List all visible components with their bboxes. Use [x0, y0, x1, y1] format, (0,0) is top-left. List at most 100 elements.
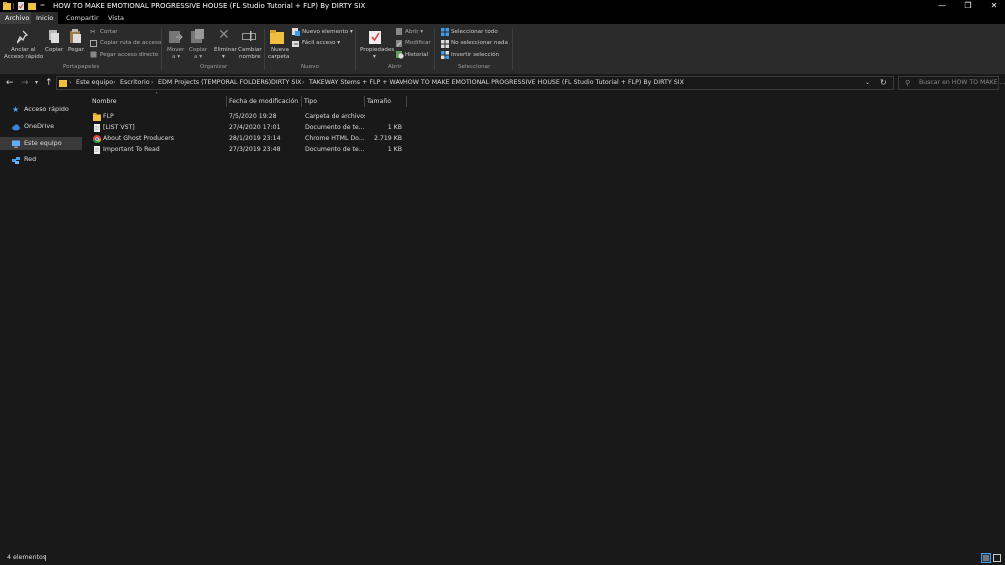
file-size: 1 KB: [387, 146, 402, 153]
details-view-button[interactable]: [981, 553, 991, 563]
column-header-date[interactable]: Fecha de modificación: [226, 96, 301, 107]
file-date: 27/4/2020 17:01: [229, 124, 281, 131]
paste-button[interactable]: Pegar: [68, 47, 84, 53]
scissors-icon: ✂: [90, 28, 96, 36]
copy-to-icon: [191, 29, 204, 43]
search-placeholder: Buscar en HOW TO MAKE ...: [919, 79, 1005, 86]
chrome-icon: [93, 134, 101, 143]
column-header-type[interactable]: Tipo: [301, 96, 364, 107]
breadcrumb-edm-projects[interactable]: EDM Projects (TEMPORAL FOLDERS): [158, 76, 271, 90]
properties-button[interactable]: Propiedades: [360, 47, 394, 53]
breadcrumb-chevron-icon[interactable]: ›: [396, 76, 398, 90]
rename-button[interactable]: Cambiar: [238, 47, 262, 53]
table-row[interactable]: About Ghost Producers 28/1/2019 23:14 Ch…: [90, 133, 405, 144]
breadcrumb-chevron-icon[interactable]: ›: [69, 76, 71, 90]
invert-selection-button[interactable]: Invertir selección: [451, 52, 499, 58]
open-button[interactable]: Abrir ▾: [405, 29, 423, 35]
large-icons-view-button[interactable]: [993, 554, 1002, 563]
tab-inicio[interactable]: Inicio: [31, 12, 59, 24]
file-list: [82, 94, 1005, 551]
file-type: Documento de te...: [305, 146, 365, 153]
history-icon: [396, 51, 404, 59]
tab-archivo[interactable]: Archivo: [0, 12, 35, 24]
column-header-name[interactable]: Nombre: [89, 96, 226, 107]
file-type: Chrome HTML Do...: [305, 135, 365, 142]
group-abrir: Abrir: [388, 64, 402, 70]
group-organizar: Organizar: [200, 64, 228, 70]
paste-shortcut-button[interactable]: Pegar acceso directo: [100, 52, 158, 58]
group-nuevo: Nuevo: [301, 64, 319, 70]
nav-item-quick-access[interactable]: ★ Acceso rápido: [0, 103, 82, 116]
recent-chevron-icon[interactable]: ▾: [35, 76, 38, 90]
file-size: 1 KB: [387, 124, 402, 131]
breadcrumb-current-folder[interactable]: HOW TO MAKE EMOTIONAL PROGRESSIVE HOUSE …: [403, 76, 684, 90]
pin-icon: [17, 30, 29, 44]
file-date: 27/3/2019 23:48: [229, 146, 281, 153]
edit-icon: [396, 40, 402, 47]
nav-item-red[interactable]: Red: [0, 153, 82, 166]
minimize-button[interactable]: —: [929, 0, 955, 12]
pin-quick-access-line2[interactable]: Acceso rápido: [4, 54, 43, 60]
details-view-icon: [983, 555, 989, 561]
window-title: HOW TO MAKE EMOTIONAL PROGRESSIVE HOUSE …: [53, 2, 366, 10]
breadcrumb-escritorio[interactable]: Escritorio: [120, 76, 150, 90]
up-arrow-icon[interactable]: ↑: [45, 76, 53, 90]
pin-quick-access-line1[interactable]: Anclar al: [11, 47, 36, 53]
star-icon: ★: [12, 104, 20, 114]
invert-selection-icon: [441, 51, 449, 59]
search-icon: ⚲: [905, 79, 911, 87]
maximize-button[interactable]: ❐: [955, 0, 981, 12]
breadcrumb-este-equipo[interactable]: Este equipo: [76, 76, 113, 90]
address-history-chevron-icon[interactable]: ⌄: [865, 76, 870, 90]
file-name: [LIST VST]: [103, 124, 135, 131]
tab-vista[interactable]: Vista: [103, 12, 129, 24]
file-date: 7/5/2020 19:28: [229, 113, 277, 120]
tab-compartir[interactable]: Compartir: [61, 12, 104, 24]
new-folder-icon: [270, 30, 284, 44]
nav-item-onedrive[interactable]: OneDrive: [0, 120, 82, 133]
nav-item-este-equipo[interactable]: Este equipo: [0, 137, 82, 150]
file-size: 2.719 KB: [374, 135, 402, 142]
delete-button[interactable]: Eliminar: [214, 47, 237, 53]
move-to-button[interactable]: Mover: [167, 47, 184, 53]
shortcut-icon: [90, 51, 97, 58]
ribbon-tabs: [0, 12, 1005, 24]
folder-icon: [3, 2, 11, 10]
nav-item-label: Red: [24, 155, 37, 163]
open-icon: [396, 28, 402, 35]
refresh-icon[interactable]: ↻: [880, 76, 887, 90]
breadcrumb-dirty-six[interactable]: DIRTY SIX: [271, 76, 302, 90]
close-button[interactable]: ✕: [981, 0, 1005, 12]
table-row[interactable]: [LIST VST] 27/4/2020 17:01 Documento de …: [90, 122, 405, 133]
new-item-button[interactable]: Nuevo elemento ▾: [302, 29, 353, 35]
breadcrumb-takeway[interactable]: TAKEWAY Stems + FLP + WAV: [309, 76, 404, 90]
copy-to-button[interactable]: Copiar: [189, 47, 207, 53]
copy-icon: [49, 30, 59, 43]
back-arrow-icon[interactable]: ←: [6, 76, 14, 90]
status-bar: [0, 551, 1005, 565]
properties-icon[interactable]: [17, 2, 25, 10]
qa-dropdown[interactable]: =: [40, 0, 45, 12]
breadcrumb-chevron-icon[interactable]: ›: [302, 76, 304, 90]
forward-arrow-icon[interactable]: →: [21, 76, 29, 90]
select-all-button[interactable]: Seleccionar todo: [451, 29, 498, 35]
copy-path-button[interactable]: Copiar ruta de acceso: [100, 40, 161, 46]
table-row[interactable]: Important To Read 27/3/2019 23:48 Docume…: [90, 144, 405, 155]
breadcrumb-chevron-icon[interactable]: ›: [151, 76, 153, 90]
history-button[interactable]: Historial: [405, 52, 428, 58]
new-folder-button[interactable]: Nueva: [271, 47, 289, 53]
network-icon: [12, 156, 20, 164]
breadcrumb-chevron-icon[interactable]: ›: [113, 76, 115, 90]
group-portapapeles: Portapapeles: [63, 64, 100, 70]
copy-button[interactable]: Copiar: [45, 47, 63, 53]
easy-access-button[interactable]: Fácil acceso ▾: [302, 40, 340, 46]
column-header-size[interactable]: Tamaño: [364, 96, 406, 107]
file-name: Important To Read: [103, 146, 160, 153]
table-row[interactable]: FLP 7/5/2020 19:28 Carpeta de archivos: [90, 111, 405, 122]
cut-button[interactable]: Cortar: [100, 29, 118, 35]
new-folder-icon[interactable]: [28, 2, 36, 10]
column-resize-handle[interactable]: [406, 96, 407, 107]
modify-button[interactable]: Modificar: [405, 40, 431, 46]
breadcrumb-chevron-icon[interactable]: ›: [264, 76, 266, 90]
select-none-button[interactable]: No seleccionar nada: [451, 40, 508, 46]
